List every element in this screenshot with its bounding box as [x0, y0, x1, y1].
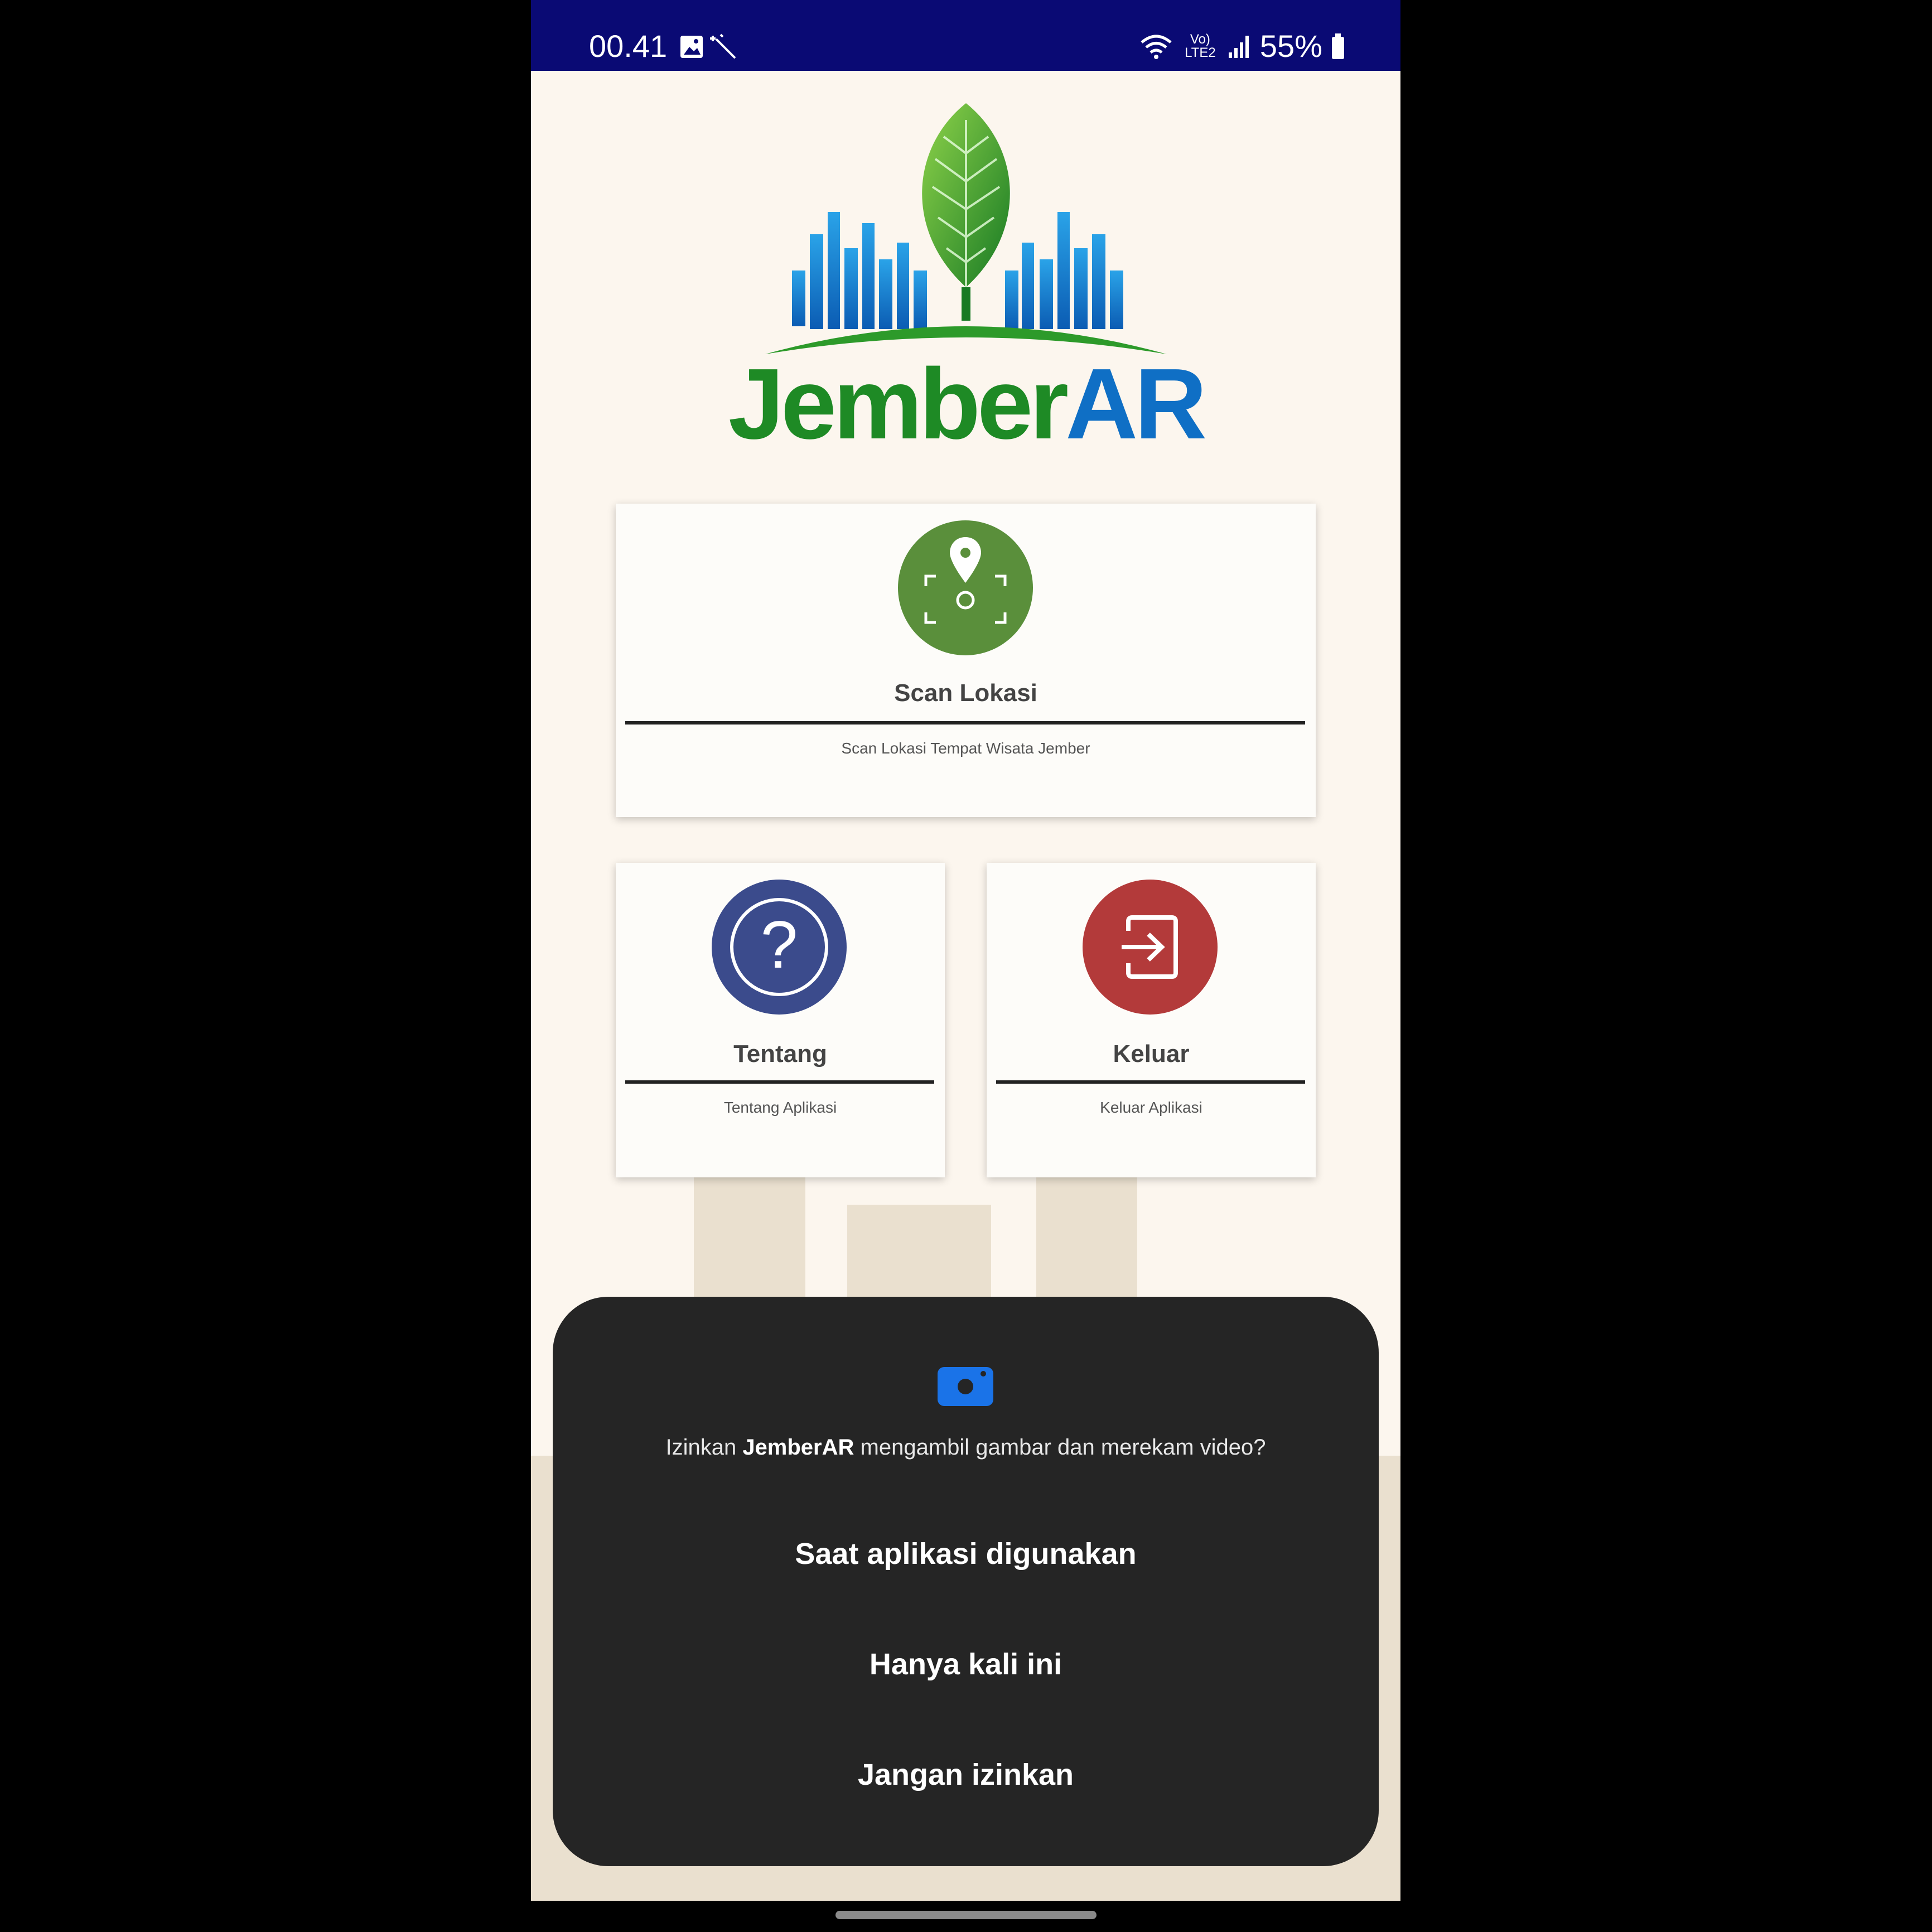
gallery-icon	[680, 33, 736, 59]
permission-message-suffix: mengambil gambar dan merekam video?	[854, 1435, 1266, 1460]
keluar-card[interactable]: Keluar Keluar Aplikasi	[987, 863, 1316, 1177]
phone-screen: 00.41 Vo) LTE2 55% JemberAR Scan Lokasi …	[531, 0, 1400, 1901]
scan-lokasi-title: Scan Lokasi	[894, 679, 1037, 707]
bg-building	[847, 1205, 991, 1300]
help-icon: ?	[712, 880, 847, 1015]
scan-lokasi-subtitle: Scan Lokasi Tempat Wisata Jember	[841, 740, 1090, 757]
scan-location-icon	[898, 520, 1033, 655]
tentang-card[interactable]: ? Tentang Tentang Aplikasi	[616, 863, 945, 1177]
keluar-subtitle: Keluar Aplikasi	[1100, 1099, 1202, 1116]
permission-app-name: JemberAR	[742, 1435, 854, 1460]
divider	[625, 1080, 934, 1084]
tentang-subtitle: Tentang Aplikasi	[723, 1099, 837, 1116]
status-right: Vo) LTE2 55%	[1139, 28, 1347, 64]
magic-wand-icon	[710, 33, 736, 59]
home-indicator[interactable]	[835, 1911, 1097, 1919]
logo-text-ar: AR	[1065, 348, 1207, 460]
battery-icon	[1332, 33, 1344, 59]
camera-icon	[938, 1367, 993, 1406]
battery-percent: 55%	[1259, 28, 1322, 64]
tentang-title: Tentang	[733, 1040, 827, 1068]
permission-message: Izinkan JemberAR mengambil gambar dan me…	[553, 1435, 1379, 1460]
notification-icons	[679, 33, 746, 64]
logo-text-jember: Jember	[728, 348, 1069, 460]
keluar-title: Keluar	[1113, 1040, 1190, 1068]
status-time: 00.41	[589, 28, 668, 64]
app-logo: JemberAR	[721, 103, 1211, 455]
network-label: Vo) LTE2	[1185, 31, 1216, 60]
permission-message-prefix: Izinkan	[665, 1435, 743, 1460]
wifi-icon	[1141, 35, 1172, 59]
logo-wordmark: JemberAR	[721, 354, 1211, 455]
allow-while-using-button[interactable]: Saat aplikasi digunakan	[553, 1537, 1379, 1571]
exit-icon	[1083, 880, 1218, 1015]
divider	[996, 1080, 1305, 1084]
allow-once-button[interactable]: Hanya kali ini	[553, 1647, 1379, 1682]
svg-text:?: ?	[761, 907, 798, 982]
signal-icon	[1228, 35, 1249, 58]
logo-graphic	[765, 103, 1167, 354]
deny-button[interactable]: Jangan izinkan	[553, 1757, 1379, 1792]
status-bar: 00.41 Vo) LTE2 55%	[531, 0, 1400, 71]
divider	[625, 721, 1305, 724]
scan-lokasi-card[interactable]: Scan Lokasi Scan Lokasi Tempat Wisata Je…	[616, 504, 1316, 817]
permission-dialog: Izinkan JemberAR mengambil gambar dan me…	[553, 1297, 1379, 1866]
